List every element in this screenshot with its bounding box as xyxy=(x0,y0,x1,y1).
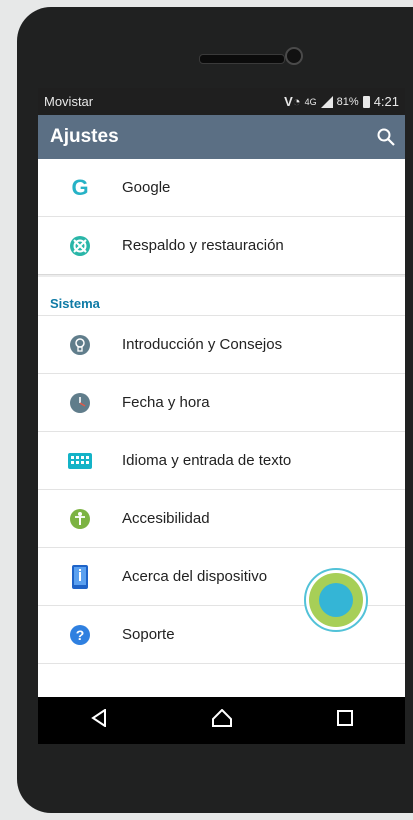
touch-indicator-core xyxy=(319,583,353,617)
status-bar: Movistar V◔ 4G 81% 4:21 xyxy=(38,88,405,115)
device-info-icon xyxy=(38,564,122,589)
settings-item-label: Google xyxy=(122,179,171,196)
touch-indicator-ring xyxy=(309,573,363,627)
lightbulb-icon xyxy=(38,334,122,356)
status-indicators: V◔ 4G 81% 4:21 xyxy=(284,94,399,109)
settings-item-language-input[interactable]: Idioma y entrada de texto xyxy=(38,432,405,490)
page-title: Ajustes xyxy=(50,126,119,147)
search-icon[interactable] xyxy=(377,128,395,146)
settings-item-label: Acerca del dispositivo xyxy=(122,568,268,585)
settings-item-label: Accesibilidad xyxy=(122,510,210,527)
settings-item-label: Respaldo y restauración xyxy=(122,237,284,254)
back-icon[interactable] xyxy=(90,708,107,732)
settings-item-label: Fecha y hora xyxy=(122,394,210,411)
settings-item-date-time[interactable]: Fecha y hora xyxy=(38,374,405,432)
settings-item-label: Introducción y Consejos xyxy=(122,336,283,353)
volte-icon: V◔ xyxy=(284,94,301,109)
accessibility-icon xyxy=(38,508,122,530)
help-icon: ? xyxy=(38,624,122,646)
recents-icon[interactable] xyxy=(336,710,353,731)
section-header-system: Sistema xyxy=(38,277,405,316)
clock-time: 4:21 xyxy=(373,94,399,109)
battery-percent: 81% xyxy=(336,95,359,108)
app-bar: Ajustes xyxy=(38,115,405,159)
front-camera xyxy=(285,47,303,65)
settings-item-label: Idioma y entrada de texto xyxy=(122,452,292,469)
phone-speaker xyxy=(199,54,285,64)
clock-icon xyxy=(38,392,122,414)
backup-restore-icon xyxy=(38,235,122,257)
signal-icon xyxy=(320,95,333,108)
carrier-name: Movistar xyxy=(44,94,94,109)
device-screen: Movistar V◔ 4G 81% 4:21 Ajustes G Google xyxy=(38,88,405,744)
settings-item-label: Soporte xyxy=(122,626,175,643)
svg-text:?: ? xyxy=(76,627,85,643)
settings-item-accessibility[interactable]: Accesibilidad xyxy=(38,490,405,548)
touch-indicator xyxy=(304,568,368,632)
battery-icon xyxy=(362,95,370,108)
settings-item-intro-tips[interactable]: Introducción y Consejos xyxy=(38,316,405,374)
google-icon: G xyxy=(71,174,89,200)
home-icon[interactable] xyxy=(211,708,232,732)
navigation-bar xyxy=(38,697,405,744)
network-type: 4G xyxy=(304,96,317,107)
settings-item-google[interactable]: G Google xyxy=(38,159,405,217)
keyboard-icon xyxy=(38,452,122,469)
settings-item-backup-restore[interactable]: Respaldo y restauración xyxy=(38,217,405,274)
